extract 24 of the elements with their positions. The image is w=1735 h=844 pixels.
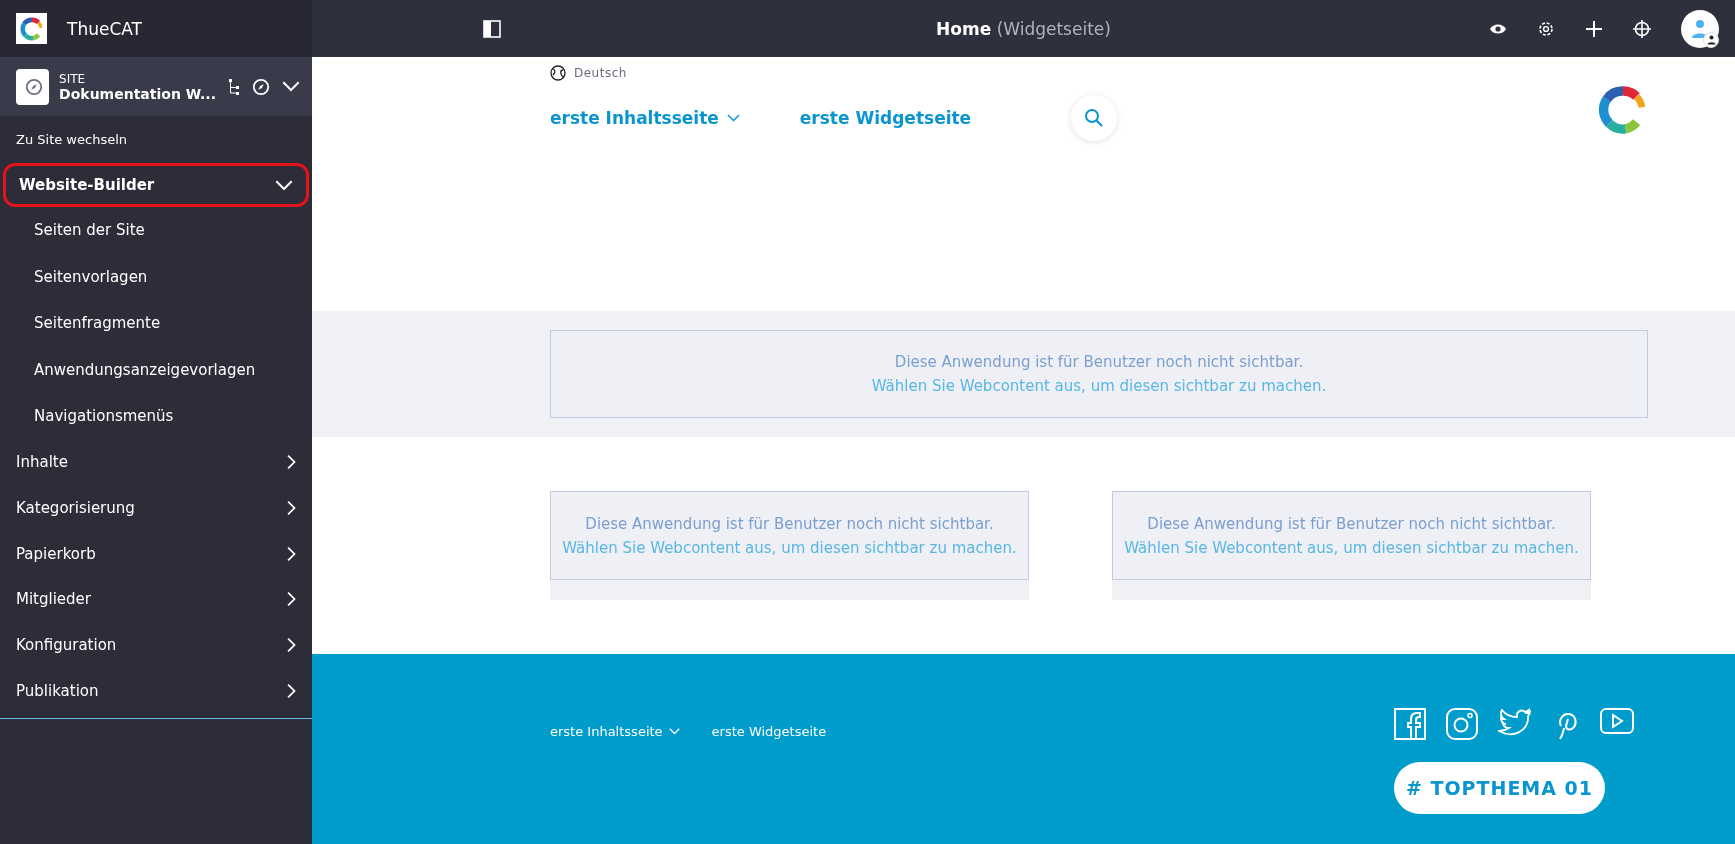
- menu-section[interactable]: Papierkorb: [0, 530, 312, 577]
- language-selector[interactable]: Deutsch: [574, 66, 627, 80]
- menu-section[interactable]: Publikation: [0, 667, 312, 714]
- brand-name: ThueCAT: [67, 18, 142, 39]
- site-label: SITE: [59, 71, 87, 86]
- menu-item[interactable]: Anwendungsanzeigevorlagen: [0, 346, 312, 393]
- notice-hint: Wählen Sie Webcontent aus, um diesen sichtbar zu machen.: [562, 537, 1017, 559]
- notice-text: Diese Anwendung ist für Benutzer noch nicht sichtbar.: [1147, 513, 1556, 535]
- notice-hint: Wählen Sie Webcontent aus, um diesen sichtbar zu machen.: [1124, 537, 1579, 559]
- notice-text: Diese Anwendung ist für Benutzer noch nicht sichtbar.: [894, 352, 1304, 373]
- notice-text: Diese Anwendung ist für Benutzer noch nicht sichtbar.: [585, 513, 994, 535]
- menu-item[interactable]: Seitenvorlagen: [0, 253, 312, 300]
- menu-section[interactable]: Website-Builder: [3, 163, 309, 207]
- menu-item[interactable]: Seiten der Site: [0, 207, 312, 254]
- page-title: Home (Widgetseite): [936, 18, 1111, 39]
- menu-section[interactable]: Kategorisierung: [0, 485, 312, 531]
- menu-section[interactable]: Inhalte: [0, 439, 312, 486]
- menu-section[interactable]: Konfiguration: [0, 622, 312, 668]
- site-name[interactable]: Dokumentation W...: [59, 85, 216, 102]
- menu-item[interactable]: Seitenfragmente: [0, 300, 312, 347]
- switch-site-link[interactable]: Zu Site wechseln: [0, 116, 312, 163]
- menu-section[interactable]: Mitglieder: [0, 576, 312, 623]
- notice-hint: Wählen Sie Webcontent aus, um diesen sichtbar zu machen.: [871, 376, 1327, 397]
- menu-item[interactable]: Navigationsmenüs: [0, 393, 312, 440]
